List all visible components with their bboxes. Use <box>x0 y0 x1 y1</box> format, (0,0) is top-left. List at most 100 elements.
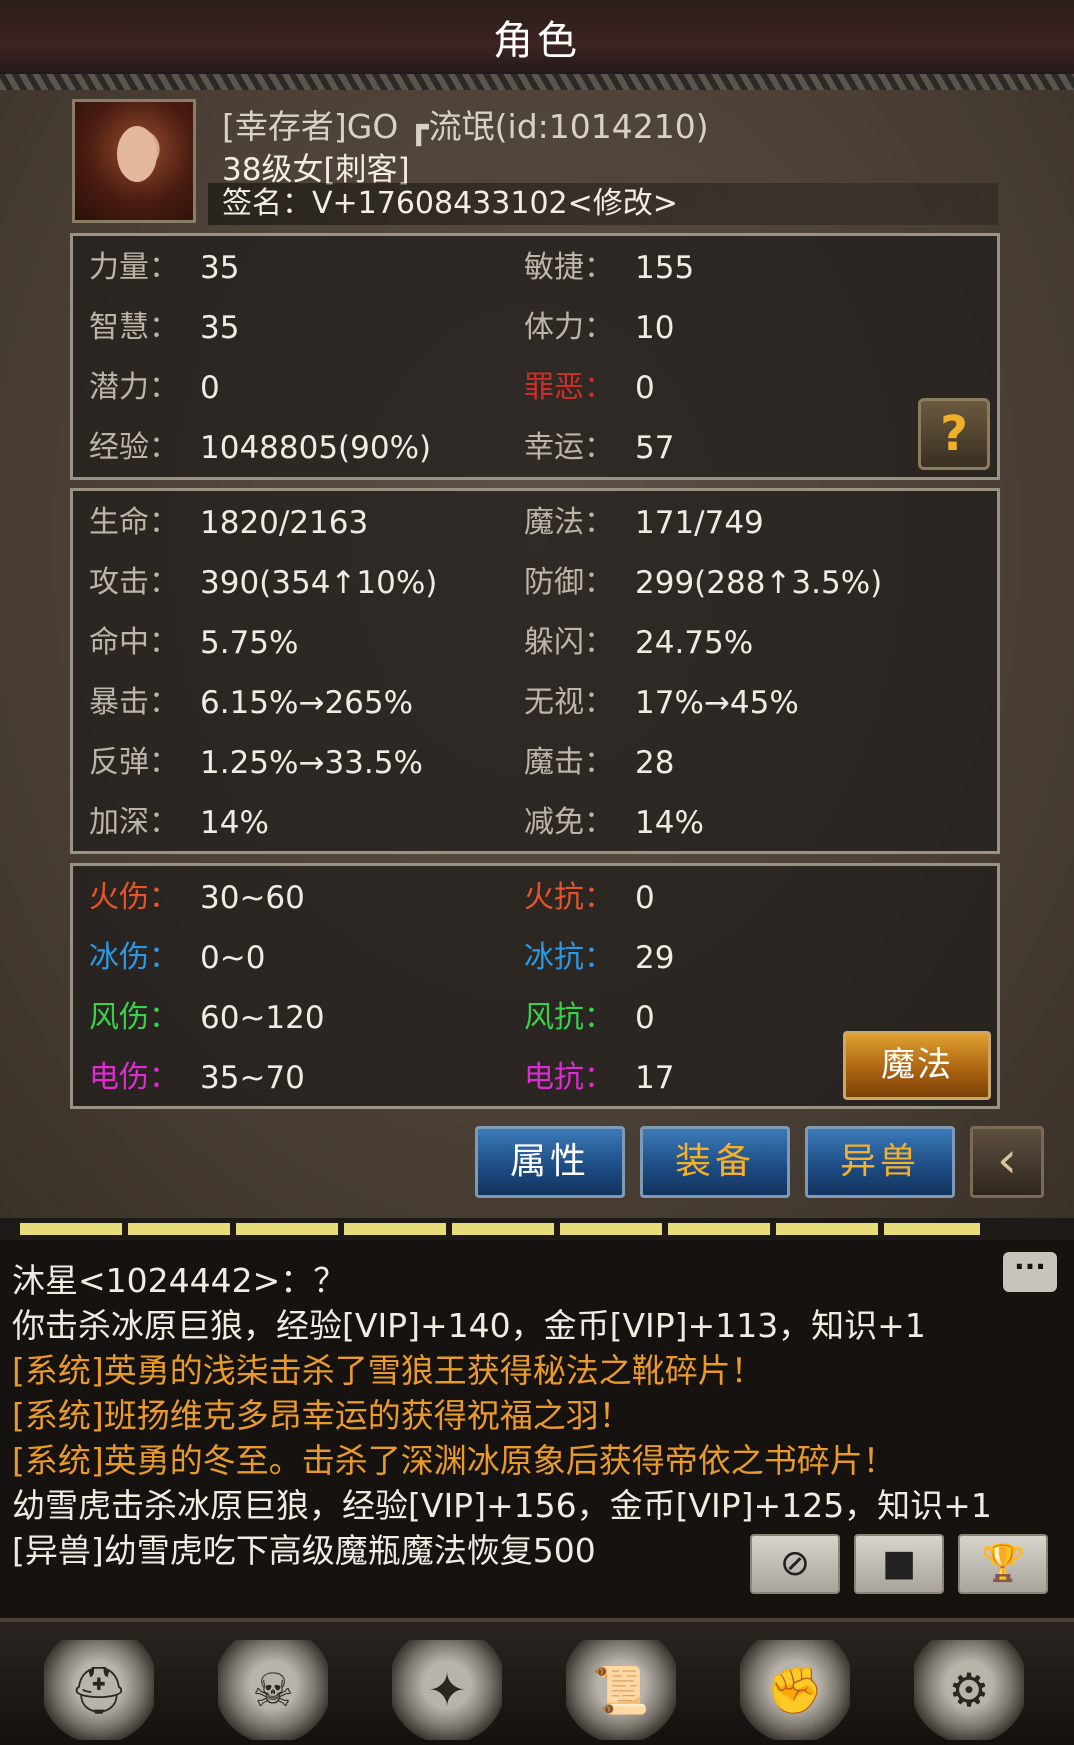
gauntlet-icon[interactable]: ✊ <box>740 1640 850 1740</box>
stat-value: 17 <box>635 1060 675 1096</box>
electric-damage-label: 电伤： <box>89 1060 179 1095</box>
chat-message: [异兽]幼雪虎吃下高级魔瓶魔法恢复500 <box>12 1531 596 1570</box>
character-portrait[interactable] <box>72 99 196 223</box>
stat-value: 299(288↑3.5%) <box>635 565 883 601</box>
stat-value: 1.25%→33.5% <box>200 745 423 781</box>
tab-pet[interactable]: 异兽 <box>805 1126 955 1198</box>
magic-button[interactable]: 魔法 <box>843 1031 991 1100</box>
stat-label: 智慧： <box>89 310 179 345</box>
stat-label: 防御： <box>524 565 614 600</box>
stat-label: 经验： <box>89 430 179 465</box>
stat-label: 减免： <box>524 805 614 840</box>
helmet-icon[interactable]: ⛑ <box>44 1640 154 1740</box>
chat-message: 你击杀冰原巨狼，经验[VIP]+140，金币[VIP]+113，知识+1 <box>12 1306 926 1345</box>
scroll-icon[interactable]: 📜 <box>566 1640 676 1740</box>
decorative-divider <box>0 74 1074 90</box>
stat-row: 经验： 1048805(90%) 幸运： 57 <box>73 418 997 478</box>
stat-label: 敏捷： <box>524 250 614 285</box>
chat-system-message: [系统]英勇的冬至。击杀了深渊冰原象后获得帝依之书碎片！ <box>12 1441 896 1480</box>
fire-damage-label: 火伤： <box>89 880 179 915</box>
stat-row: 生命： 1820/2163 魔法： 171/749 <box>73 493 997 553</box>
chat-system-message: [系统]英勇的浅柒击杀了雪狼王获得秘法之靴碎片！ <box>12 1351 764 1390</box>
stat-value: 30~60 <box>200 880 305 916</box>
stat-value: 35 <box>200 250 240 286</box>
stat-label: 潜力： <box>89 370 179 405</box>
stat-row: 加深： 14% 减免： 14% <box>73 793 997 853</box>
settings-gear-icon[interactable]: ⚙ <box>914 1640 1024 1740</box>
backpack-icon[interactable]: ☠ <box>218 1640 328 1740</box>
stat-value: 0 <box>635 880 655 916</box>
stat-value: 0 <box>635 370 655 406</box>
stat-value: 14% <box>635 805 704 841</box>
stat-row: 命中： 5.75% 躲闪： 24.75% <box>73 613 997 673</box>
page-title: 角色 <box>493 18 581 64</box>
portrait-face <box>117 126 157 182</box>
stat-label: 反弹： <box>89 745 179 780</box>
chat-system-message: [系统]班扬维克多昂幸运的获得祝福之羽！ <box>12 1396 632 1435</box>
player-name: [幸存者]GO ┏流氓(id:1014210) <box>222 107 709 146</box>
stat-value: 14% <box>200 805 269 841</box>
stat-label: 生命： <box>89 505 179 540</box>
sin-label: 罪恶： <box>524 370 614 405</box>
spellbook-icon[interactable]: ✦ <box>392 1640 502 1740</box>
stat-label: 暴击： <box>89 685 179 720</box>
ice-damage-label: 冰伤： <box>89 940 179 975</box>
ice-resist-label: 冰抗： <box>524 940 614 975</box>
stat-value: 35 <box>200 310 240 346</box>
stat-value: 390(354↑10%) <box>200 565 438 601</box>
stat-value: 1048805(90%) <box>200 430 432 466</box>
stat-row: 力量： 35 敏捷： 155 <box>73 238 997 298</box>
stat-label: 加深： <box>89 805 179 840</box>
stat-value: 60~120 <box>200 1000 325 1036</box>
stat-value: 1820/2163 <box>200 505 369 541</box>
stat-label: 无视： <box>524 685 614 720</box>
stat-value: 35~70 <box>200 1060 305 1096</box>
stat-value: 10 <box>635 310 675 346</box>
stat-row: 智慧： 35 体力： 10 <box>73 298 997 358</box>
help-button[interactable]: ? <box>918 398 990 470</box>
attributes-panel: 力量： 35 敏捷： 155 智慧： 35 体力： 10 潜力： 0 罪恶： 0… <box>70 233 1000 480</box>
stat-value: 5.75% <box>200 625 299 661</box>
title-bar: 角色 <box>0 0 1074 80</box>
stat-row: 攻击： 390(354↑10%) 防御： 299(288↑3.5%) <box>73 553 997 613</box>
back-arrow-button[interactable]: ‹ <box>970 1126 1044 1198</box>
stat-row: 潜力： 0 罪恶： 0 <box>73 358 997 418</box>
stat-value: 29 <box>635 940 675 976</box>
stat-value: 171/749 <box>635 505 764 541</box>
stat-label: 魔法： <box>524 505 614 540</box>
tab-equipment[interactable]: 装备 <box>640 1126 790 1198</box>
stat-label: 体力： <box>524 310 614 345</box>
stat-value: 6.15%→265% <box>200 685 414 721</box>
stat-label: 魔击： <box>524 745 614 780</box>
stat-row: 暴击： 6.15%→265% 无视： 17%→45% <box>73 673 997 733</box>
player-signature[interactable]: 签名：V+17608433102<修改> <box>208 183 998 225</box>
speech-bubble-icon[interactable]: ··· <box>1003 1252 1057 1292</box>
stat-row: 反弹： 1.25%→33.5% 魔击： 28 <box>73 733 997 793</box>
stat-value: 155 <box>635 250 695 286</box>
stat-value: 0~0 <box>200 940 266 976</box>
stat-value: 0 <box>200 370 220 406</box>
stop-icon[interactable]: ■ <box>854 1534 944 1594</box>
wind-damage-label: 风伤： <box>89 1000 179 1035</box>
experience-bar-fill <box>20 1223 980 1235</box>
chat-message: 幼雪虎击杀冰原巨狼，经验[VIP]+156，金币[VIP]+125，知识+1 <box>12 1486 992 1525</box>
stat-label: 攻击： <box>89 565 179 600</box>
bottom-navigation <box>0 1618 1074 1745</box>
stat-value: 17%→45% <box>635 685 799 721</box>
stat-value: 0 <box>635 1000 655 1036</box>
compass-icon[interactable]: ⊘ <box>750 1534 840 1594</box>
stat-row: 火伤： 30~60 火抗： 0 <box>73 868 997 928</box>
stat-value: 28 <box>635 745 675 781</box>
trophy-icon[interactable]: 🏆 <box>958 1534 1048 1594</box>
experience-bar <box>0 1218 1074 1240</box>
chat-message: 沐星<1024442>：？ <box>12 1261 347 1300</box>
stat-label: 躲闪： <box>524 625 614 660</box>
stat-label: 幸运： <box>524 430 614 465</box>
fire-resist-label: 火抗： <box>524 880 614 915</box>
electric-resist-label: 电抗： <box>524 1060 614 1095</box>
stat-label: 命中： <box>89 625 179 660</box>
stat-value: 57 <box>635 430 675 466</box>
tab-attributes[interactable]: 属性 <box>475 1126 625 1198</box>
stat-value: 24.75% <box>635 625 754 661</box>
stat-row: 冰伤： 0~0 冰抗： 29 <box>73 928 997 988</box>
